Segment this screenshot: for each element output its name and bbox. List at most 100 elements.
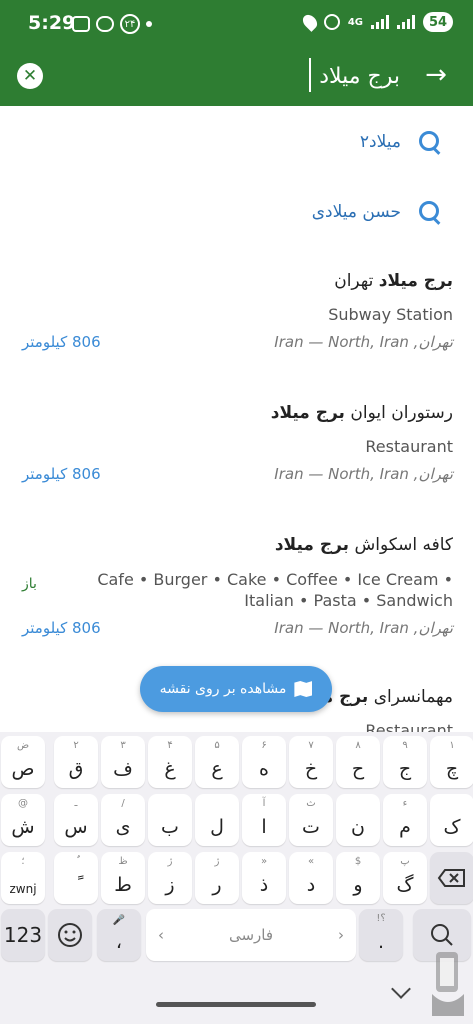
key[interactable]: ب [148,794,192,846]
key[interactable]: @ ش [1,794,45,846]
notification-dot-icon [146,21,152,27]
suggestion-item[interactable]: حسن میلادی [312,192,441,232]
key-main: ه [259,758,269,780]
key-main: ت [302,816,320,838]
key[interactable]: ءم [383,794,427,846]
key[interactable]: ۲ق [54,736,98,788]
key[interactable]: ۳ف [101,736,145,788]
result-title-bold: برج میلاد [270,403,345,423]
key[interactable]: ۷خ [289,736,333,788]
text-caret [309,58,311,92]
key[interactable]: ۱چ [430,736,473,788]
open-status: باز [22,576,37,592]
key[interactable]: ظط [101,852,145,904]
key[interactable]: ۴غ [148,736,192,788]
key-main: ع [211,758,223,780]
key[interactable]: ثت [289,794,333,846]
key-sub: ۷ [308,740,314,751]
key-main: ً [54,874,98,896]
backspace-key[interactable] [430,852,473,904]
key[interactable]: ک [430,794,473,846]
key-main: ن [351,816,365,838]
result-category: Restaurant [365,437,453,456]
hotspot-icon [323,14,340,30]
key-sub: ژ [167,856,173,867]
key[interactable]: ژز [148,852,192,904]
key[interactable]: ضص [1,736,45,788]
key-sub: ث [306,798,316,809]
search-bar: ✕ → [0,48,473,106]
status-bar: 5:29 ۲۴ 4G 54 [0,0,473,48]
key[interactable]: ل [195,794,239,846]
key[interactable]: ۸ح [336,736,380,788]
key[interactable]: ـس [54,794,98,846]
key-sub: ۶ [261,740,267,751]
key-sub: » [260,856,268,867]
search-input[interactable] [60,54,400,98]
home-indicator[interactable] [156,1002,316,1007]
result-item[interactable]: کافه اسکواش برج میلاد Cafe • Burger • Ca… [0,529,473,649]
key-main: ج [398,758,412,780]
key-main: ص [11,758,35,780]
key-sub: !؟ [376,913,386,924]
result-distance: 806 کیلومتر [22,619,101,637]
key-main: ا [261,816,267,838]
key-main: س [64,816,88,838]
period-key[interactable]: !؟. [359,909,403,961]
key-main: ط [114,874,132,896]
chat-icon [96,16,114,32]
key[interactable]: ژر [195,852,239,904]
result-category: Restaurant [365,721,453,732]
arrow-right-icon[interactable]: → [421,60,451,90]
result-category: Cafe • Burger • Cake • Coffee • Ice Crea… [97,570,453,610]
key[interactable]: ًٌ [54,852,98,904]
key[interactable]: ۹ج [383,736,427,788]
app-header: 5:29 ۲۴ 4G 54 ✕ → [0,0,473,106]
key[interactable]: / ی [101,794,145,846]
key[interactable]: آا [242,794,286,846]
result-distance: 806 کیلومتر [22,333,101,351]
key[interactable]: «د [289,852,333,904]
zwnj-key[interactable]: ؛ zwnj [1,852,45,904]
key-main: ق [68,758,84,780]
key[interactable]: ۶ه [242,736,286,788]
key-main: ی [115,816,131,838]
key[interactable]: پگ [383,852,427,904]
key-sub: ٌ [54,856,98,867]
key-sub: ـ [74,798,78,809]
space-key[interactable]: ‹ فارسی › [146,909,356,961]
key-main: ز [165,874,175,896]
result-title: کافه اسکواش برج میلاد [275,535,453,555]
view-on-map-label: مشاهده بر روی نقشه [159,681,287,697]
key-main: zwnj [9,882,37,896]
result-item[interactable]: رستوران ایوان برج میلاد Restaurant Iran … [0,397,473,497]
comma-key[interactable]: 🎤 ، [97,909,141,961]
emoji-key[interactable] [48,909,92,961]
result-title: برج میلاد تهران [334,271,453,291]
key-sub: ۹ [402,740,408,751]
close-icon[interactable]: ✕ [17,63,43,89]
key-sub: ۸ [355,740,361,751]
key-main: د [306,874,316,896]
key-sub: @ [18,798,28,809]
key-main: ، [115,931,123,953]
chevron-left-icon: ‹ [158,926,164,944]
result-category: Subway Station [328,305,453,324]
key-main: ذ [259,874,269,896]
result-address: Iran — North, Iran ,تهران [274,465,453,483]
result-item[interactable]: برج میلاد تهران Subway Station Iran — No… [0,265,473,365]
key[interactable]: ۵ع [195,736,239,788]
result-title-after: تهران [334,271,379,291]
key[interactable]: $ و [336,852,380,904]
location-icon [299,12,320,32]
key[interactable]: ن [336,794,380,846]
key-sub: $ [354,856,362,867]
numbers-key[interactable]: 123 [1,909,45,961]
suggestion-item[interactable]: میلاد۲ [360,122,441,162]
key-sub: پ [400,856,410,867]
key[interactable]: » ذ [242,852,286,904]
view-on-map-button[interactable]: مشاهده بر روی نقشه [140,666,332,712]
key-sub: ۳ [120,740,126,751]
hide-keyboard-icon[interactable] [391,979,411,999]
network-type: 4G [347,16,363,28]
